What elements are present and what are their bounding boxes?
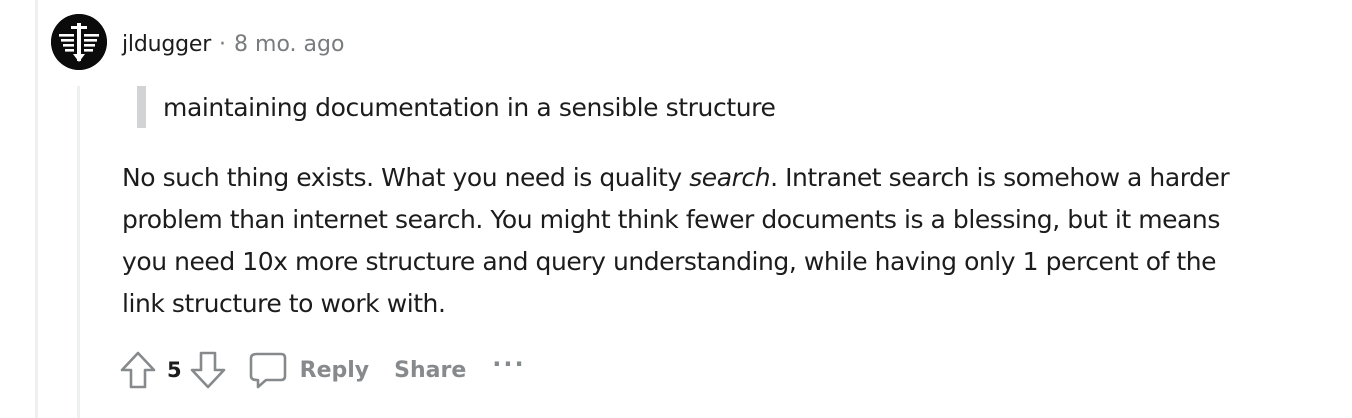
vote-count: 5 [167, 358, 182, 382]
thread-line-inner[interactable] [77, 86, 80, 418]
thread-line-outer[interactable] [35, 0, 38, 418]
blockquote: maintaining documentation in a sensible … [137, 86, 1037, 128]
downvote-button[interactable] [188, 350, 228, 390]
avatar[interactable] [51, 14, 107, 70]
speech-bubble-icon [249, 352, 286, 389]
more-options-button[interactable]: ··· [492, 350, 525, 378]
reply-label: Reply [299, 357, 370, 383]
reply-button[interactable]: Reply [248, 350, 370, 390]
share-button[interactable]: Share [394, 358, 466, 383]
share-label: Share [394, 357, 467, 383]
avatar-emblem-icon [51, 14, 107, 70]
comment-body: No such thing exists. What you need is q… [122, 157, 1332, 325]
body-line-3: you need 10x more structure and query un… [122, 247, 1217, 276]
timestamp-link[interactable]: 8 mo. ago [234, 32, 344, 57]
upvote-button[interactable] [118, 350, 158, 390]
emphasis-text: search [689, 163, 771, 192]
username-link[interactable]: jldugger [122, 32, 211, 57]
comment-page: jldugger · 8 mo. ago maintaining documen… [0, 0, 1352, 418]
body-line-2: problem than internet search. You might … [122, 205, 1220, 234]
body-text: . Intranet search is somehow a harder [770, 163, 1230, 192]
arrow-up-outline-icon [120, 351, 156, 389]
body-line-4: link structure to work with. [122, 289, 446, 318]
meta-separator: · [219, 31, 227, 57]
comment-action-bar: 5 Reply Share ··· [118, 348, 526, 392]
quote-text: maintaining documentation in a sensible … [163, 92, 776, 122]
body-text: No such thing exists. What you need is q… [122, 163, 690, 192]
comment-header: jldugger · 8 mo. ago [122, 28, 344, 60]
arrow-down-outline-icon [190, 351, 225, 389]
body-line-1: No such thing exists. What you need is q… [122, 157, 1332, 199]
